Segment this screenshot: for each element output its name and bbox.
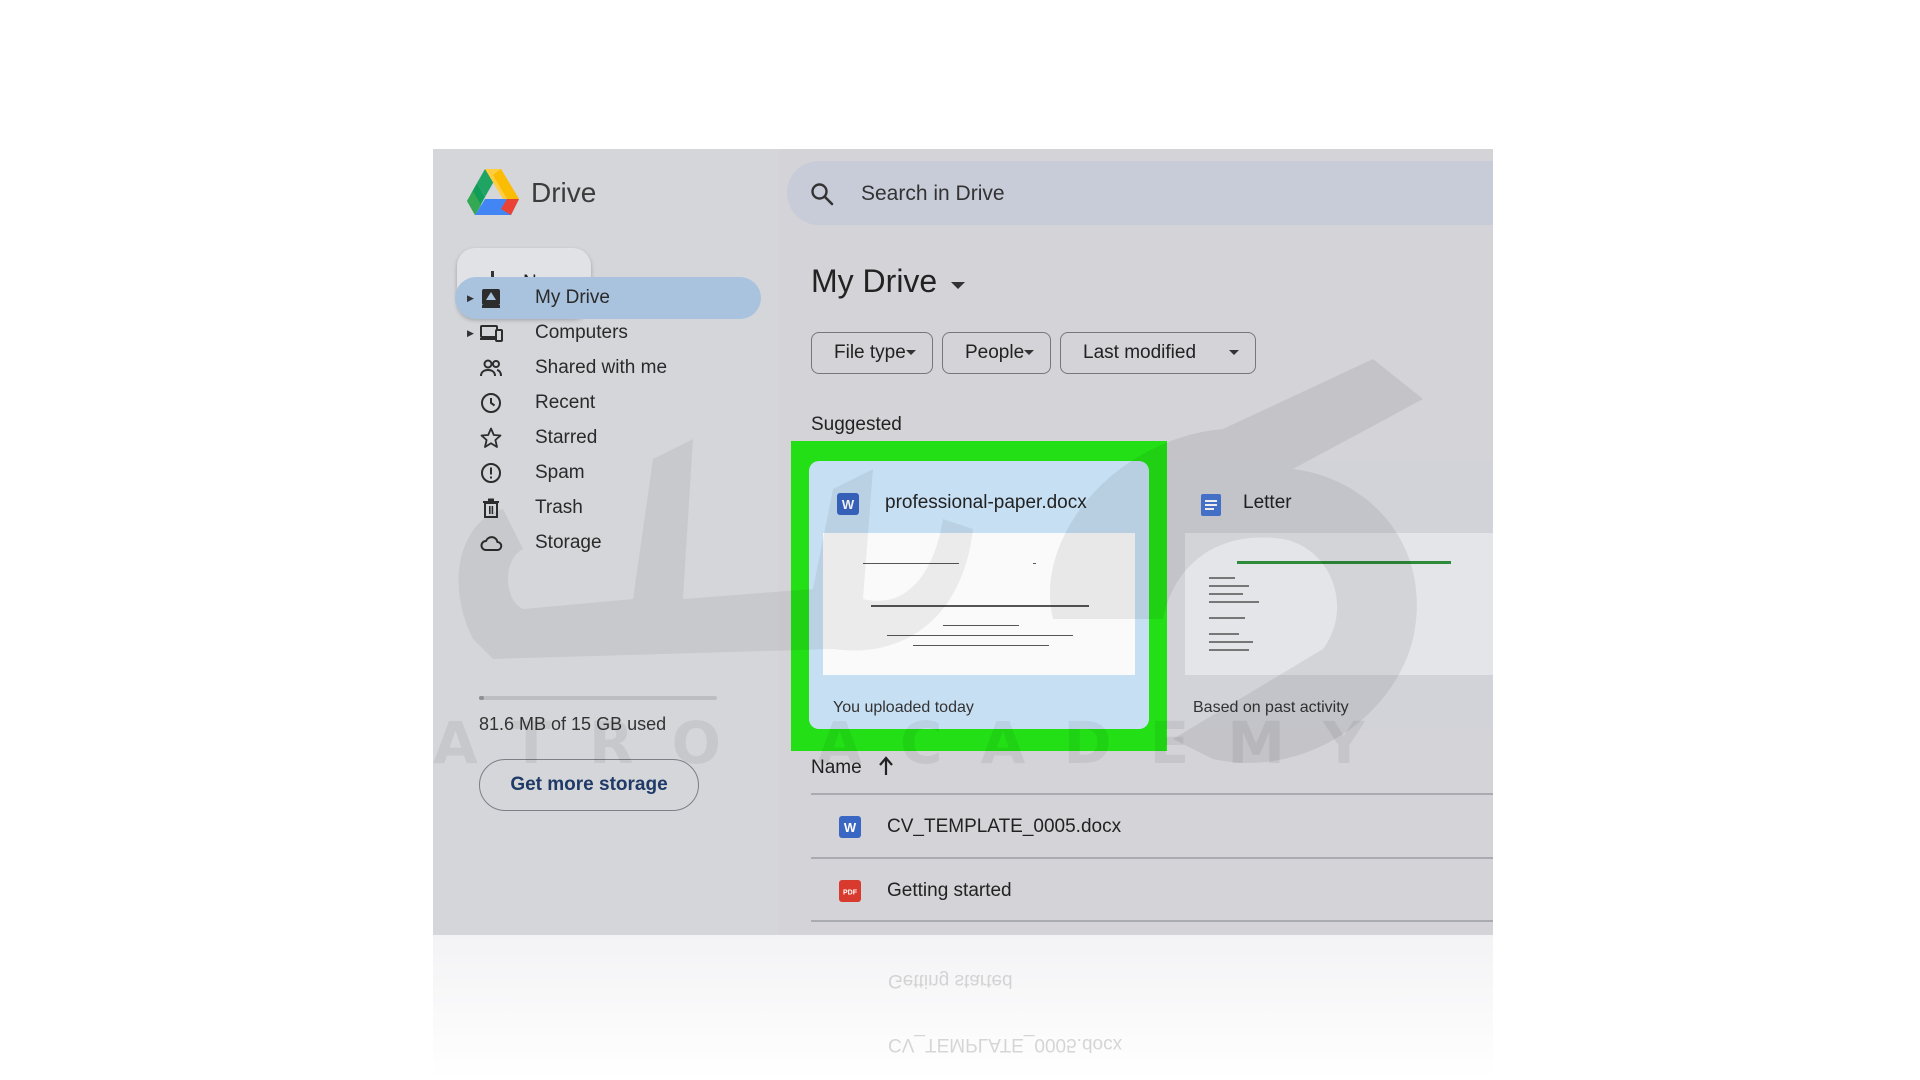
reflection-text: Getting started xyxy=(888,970,1013,991)
shared-icon xyxy=(480,359,502,377)
search-icon[interactable] xyxy=(809,181,835,207)
file-subtitle: You uploaded today xyxy=(833,699,974,716)
filter-file-type[interactable]: File type xyxy=(811,332,933,374)
file-row[interactable]: PDF Getting started xyxy=(811,860,1493,922)
search-input[interactable] xyxy=(859,175,1263,213)
drive-window: Drive New ▶ My Drive ▶ Computers xyxy=(433,149,1493,935)
sidebar-item-label: Recent xyxy=(535,392,596,413)
sidebar: Drive New ▶ My Drive ▶ Computers xyxy=(433,149,779,935)
search-bar[interactable] xyxy=(787,161,1493,225)
computers-icon xyxy=(480,325,503,342)
reflection-text: CV_TEMPLATE_0005.docx xyxy=(888,1034,1123,1055)
filter-label: File type xyxy=(834,342,906,363)
expand-caret-icon[interactable]: ▶ xyxy=(467,328,474,339)
divider xyxy=(811,793,1493,795)
app-title: Drive xyxy=(531,177,597,208)
word-file-icon: W xyxy=(839,816,861,838)
svg-text:PDF: PDF xyxy=(843,890,858,897)
dropdown-arrow-icon xyxy=(1229,350,1239,355)
sidebar-item-label: Spam xyxy=(535,462,585,483)
file-name: Letter xyxy=(1243,492,1292,513)
window-reflection: Getting started CV_TEMPLATE_0005.docx xyxy=(433,935,1493,1080)
svg-text:W: W xyxy=(844,820,857,835)
my-drive-icon xyxy=(482,289,500,308)
filter-label: People xyxy=(965,342,1025,363)
chevron-down-icon[interactable] xyxy=(951,282,965,289)
name-column-header[interactable]: Name xyxy=(811,757,862,779)
trash-icon xyxy=(483,498,499,518)
filter-last-modified[interactable]: Last modified xyxy=(1060,332,1256,374)
dropdown-arrow-icon xyxy=(906,350,916,355)
drive-logo xyxy=(467,169,519,215)
storage-progress-fill xyxy=(479,696,484,700)
file-subtitle: Based on past activity xyxy=(1193,699,1349,716)
storage-usage-text: 81.6 MB of 15 GB used xyxy=(479,714,667,734)
file-thumbnail xyxy=(1185,533,1493,675)
divider xyxy=(811,920,1493,922)
file-name: professional-paper.docx xyxy=(885,492,1087,513)
dropdown-arrow-icon xyxy=(1024,350,1034,355)
get-more-storage-button[interactable]: Get more storage xyxy=(479,759,699,811)
file-row[interactable]: W CV_TEMPLATE_0005.docx xyxy=(811,796,1493,858)
file-name: Getting started xyxy=(887,880,1012,901)
sidebar-item-label: Storage xyxy=(535,532,602,553)
suggested-file-card[interactable]: W professional-paper.docx You uploaded t… xyxy=(809,461,1149,729)
docs-file-icon xyxy=(1201,494,1221,516)
sidebar-item-label: Trash xyxy=(535,497,583,518)
file-name: CV_TEMPLATE_0005.docx xyxy=(887,816,1122,837)
file-thumbnail xyxy=(823,533,1135,675)
main-content: My Drive File type People Last modified … xyxy=(779,149,1493,935)
clock-icon xyxy=(481,393,501,413)
page-title[interactable]: My Drive xyxy=(811,263,937,300)
expand-caret-icon[interactable]: ▶ xyxy=(467,293,474,304)
storage-progress-bar xyxy=(479,696,717,700)
svg-text:W: W xyxy=(842,497,855,512)
cloud-icon xyxy=(480,536,503,551)
suggested-heading: Suggested xyxy=(811,414,902,435)
sidebar-item-storage[interactable]: Storage xyxy=(455,522,761,564)
star-icon xyxy=(480,427,502,448)
word-file-icon: W xyxy=(837,493,859,515)
filter-people[interactable]: People xyxy=(942,332,1051,374)
sidebar-item-label: My Drive xyxy=(535,287,610,308)
spam-icon xyxy=(481,463,501,483)
divider xyxy=(811,857,1493,859)
sidebar-item-label: Starred xyxy=(535,427,598,448)
suggested-file-card[interactable]: Letter Based on past activity xyxy=(1171,461,1493,729)
sidebar-item-label: Computers xyxy=(535,322,628,343)
pdf-file-icon: PDF xyxy=(839,880,861,902)
sidebar-item-label: Shared with me xyxy=(535,357,668,378)
sort-arrow-up-icon[interactable] xyxy=(877,755,895,777)
filter-label: Last modified xyxy=(1083,342,1197,363)
